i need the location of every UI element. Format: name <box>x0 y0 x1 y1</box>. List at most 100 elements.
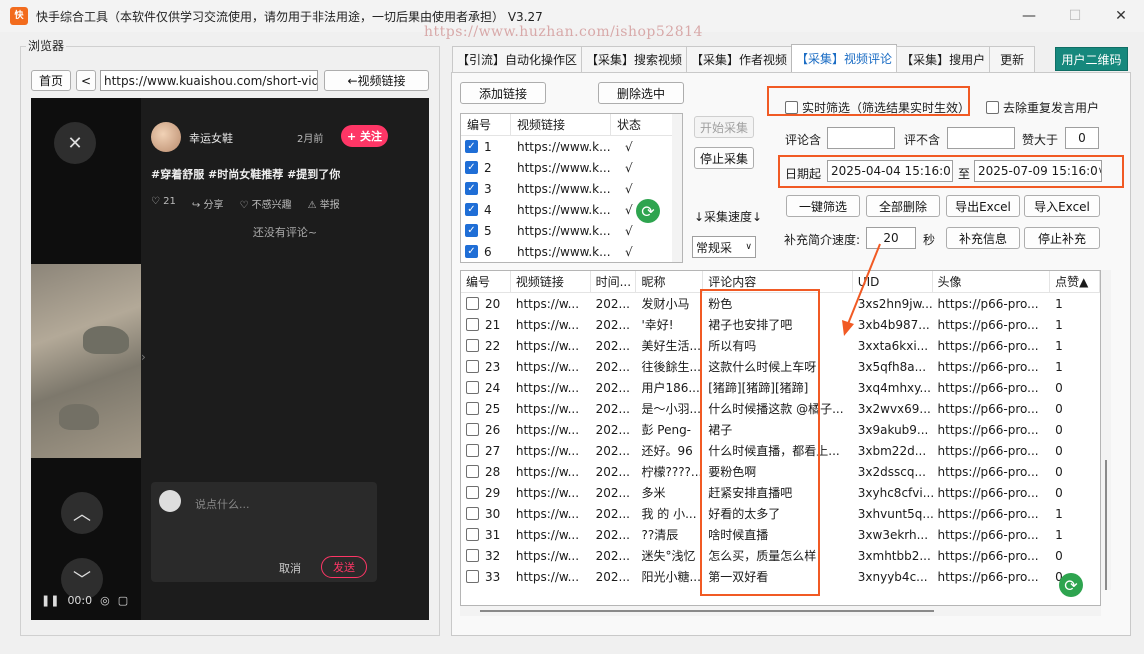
tab-video-comments[interactable]: 【采集】视频评论 <box>791 44 898 72</box>
chevron-up-icon[interactable]: ︿ <box>61 492 103 534</box>
column-header-link[interactable]: 视频链接 <box>511 114 611 135</box>
send-button[interactable]: 发送 <box>321 556 367 578</box>
cell-link: https://w... <box>515 296 580 311</box>
column-header-id[interactable]: 编号 <box>461 114 511 135</box>
column-header-id[interactable]: 编号 <box>461 271 511 292</box>
comment-input[interactable]: 说点什么... <box>195 496 250 512</box>
import-excel-button[interactable]: 导入Excel <box>1024 195 1100 217</box>
dedupe-checkbox[interactable]: 去除重复发言用户 <box>986 99 1099 116</box>
checkbox-icon[interactable] <box>466 528 479 541</box>
video-player[interactable]: ✕ ︿ ﹀ ❚❚ 00:0 ◎ ▢ <box>31 98 141 620</box>
like-action[interactable]: ♡ 21 <box>151 196 176 211</box>
qr-code-button[interactable]: 用户二维码 <box>1055 47 1128 71</box>
delete-selected-button[interactable]: 删除选中 <box>598 82 684 104</box>
list-item[interactable]: ✓ 3 https://www.k... √ <box>461 178 682 199</box>
checkbox-icon[interactable] <box>466 507 479 520</box>
cell-id: 30 <box>485 506 501 521</box>
list-item[interactable]: ✓ 2 https://www.k... √ <box>461 157 682 178</box>
settings-icon[interactable]: ◎ <box>100 594 110 607</box>
post-tags[interactable]: #穿着舒服 #时尚女鞋推荐 #提到了你 <box>151 166 340 182</box>
list-item[interactable]: ✓ 1 https://www.k... √ <box>461 136 682 157</box>
comment-excludes-input[interactable] <box>947 127 1015 149</box>
list-item[interactable]: ✓ 6 https://www.k... √ <box>461 241 682 262</box>
browser-view[interactable]: ✕ ︿ ﹀ ❚❚ 00:0 ◎ ▢ 幸运女鞋 2月前 + 关注 #穿着舒服 #时… <box>31 98 429 620</box>
minimize-button[interactable]: — <box>1006 0 1052 32</box>
cell-id: 21 <box>485 317 501 332</box>
checkbox-checked-icon[interactable]: ✓ <box>465 140 478 153</box>
checkbox-icon[interactable] <box>466 444 479 457</box>
one-click-filter-button[interactable]: 一键筛选 <box>786 195 860 217</box>
cell-nick: ??清辰 <box>641 528 679 542</box>
checkbox-checked-icon[interactable]: ✓ <box>465 161 478 174</box>
checkbox-icon[interactable] <box>466 297 479 310</box>
column-header-nickname[interactable]: 昵称 <box>636 271 704 292</box>
stop-collect-button[interactable]: 停止采集 <box>694 147 754 169</box>
pause-icon[interactable]: ❚❚ <box>41 594 59 607</box>
close-button[interactable]: ✕ <box>1098 0 1144 32</box>
home-button[interactable]: 首页 <box>31 70 71 91</box>
column-header-time[interactable]: 时间... <box>591 271 637 292</box>
author-name[interactable]: 幸运女鞋 <box>189 130 233 146</box>
add-link-button[interactable]: 添加链接 <box>460 82 546 104</box>
cell-uid: 3x5qfh8a... <box>857 359 927 374</box>
tab-traffic-automation[interactable]: 【引流】自动化操作区 <box>452 46 583 72</box>
checkbox-icon[interactable] <box>466 549 479 562</box>
tab-author-video[interactable]: 【采集】作者视频 <box>686 46 793 72</box>
share-action[interactable]: ↪ 分享 <box>192 196 224 211</box>
tab-search-video[interactable]: 【采集】搜索视频 <box>581 46 688 72</box>
refresh-icon[interactable]: ⟳ <box>1059 573 1083 597</box>
author-avatar[interactable] <box>151 122 181 152</box>
checkbox-icon[interactable] <box>466 570 479 583</box>
url-input[interactable]: https://www.kuaishou.com/short-vide <box>100 70 318 91</box>
checkbox-checked-icon[interactable]: ✓ <box>465 203 478 216</box>
supplement-info-button[interactable]: 补充信息 <box>946 227 1020 249</box>
checkbox-icon[interactable] <box>466 402 479 415</box>
checkbox-icon[interactable] <box>466 318 479 331</box>
link-list[interactable]: 编号 视频链接 状态 ✓ 1 https://www.k... √ ✓ 2 https://… <box>460 113 683 263</box>
column-header-avatar[interactable]: 头像 <box>933 271 1051 292</box>
refresh-icon[interactable]: ⟳ <box>636 199 660 223</box>
tab-update[interactable]: 更新 <box>989 46 1036 72</box>
checkbox-checked-icon[interactable]: ✓ <box>465 224 478 237</box>
chevron-right-icon[interactable]: › <box>141 350 155 372</box>
video-link-button[interactable]: ←视频链接 <box>324 70 429 91</box>
comments-table-vscroll[interactable] <box>1101 270 1111 590</box>
start-collect-button[interactable]: 开始采集 <box>694 116 754 138</box>
checkbox-icon[interactable] <box>466 360 479 373</box>
column-header-likes[interactable]: 点赞▲ <box>1050 271 1100 292</box>
column-header-status[interactable]: 状态 <box>611 114 673 135</box>
comment-input-area[interactable]: 说点什么... 取消 发送 <box>151 482 377 582</box>
not-interested-action[interactable]: ♡ 不感兴趣 <box>239 196 291 211</box>
checkbox-icon[interactable] <box>466 465 479 478</box>
checkbox-icon[interactable] <box>466 486 479 499</box>
comments-table-hscroll[interactable] <box>460 606 1101 616</box>
link-list-scrollbar[interactable] <box>672 114 682 262</box>
stop-supplement-button[interactable]: 停止补充 <box>1024 227 1100 249</box>
cell-uid: 3xbm22d... <box>857 443 927 458</box>
report-action[interactable]: ⚠ 举报 <box>308 196 340 211</box>
column-header-link[interactable]: 视频链接 <box>511 271 591 292</box>
cell-likes: 1 <box>1055 527 1063 542</box>
checkbox-icon[interactable] <box>466 381 479 394</box>
checkbox-checked-icon[interactable]: ✓ <box>465 182 478 195</box>
fullscreen-icon[interactable]: ▢ <box>118 594 128 607</box>
export-excel-button[interactable]: 导出Excel <box>946 195 1020 217</box>
likes-gt-input[interactable]: 0 <box>1065 127 1099 149</box>
list-item[interactable]: ✓ 5 https://www.k... √ <box>461 220 682 241</box>
maximize-button[interactable]: ☐ <box>1052 0 1098 32</box>
follow-button[interactable]: + 关注 <box>341 125 388 147</box>
checkbox-checked-icon[interactable]: ✓ <box>465 245 478 258</box>
cell-uid: 3xw3ekrh... <box>857 527 929 542</box>
speed-select[interactable]: 常规采 ∨ <box>692 236 756 258</box>
cell-link: https://w... <box>515 401 580 416</box>
checkbox-icon[interactable] <box>466 423 479 436</box>
row-status: √ <box>625 223 633 238</box>
close-video-icon[interactable]: ✕ <box>54 122 96 164</box>
tab-search-users[interactable]: 【采集】搜用户 <box>896 46 991 72</box>
back-button[interactable]: < <box>76 70 96 91</box>
cancel-button[interactable]: 取消 <box>279 560 301 576</box>
delete-all-button[interactable]: 全部删除 <box>866 195 940 217</box>
checkbox-icon[interactable] <box>466 339 479 352</box>
row-id: 4 <box>484 202 492 217</box>
comment-contains-input[interactable] <box>827 127 895 149</box>
